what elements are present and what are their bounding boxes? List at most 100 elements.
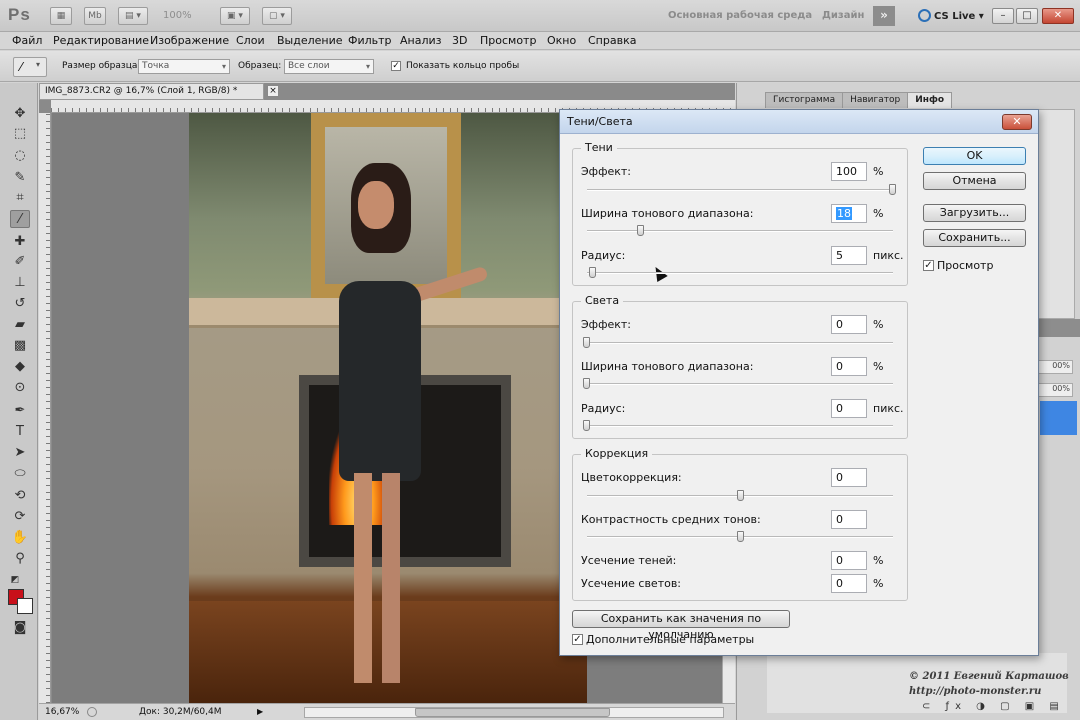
menu-help[interactable]: Справка — [588, 34, 636, 47]
clone-stamp-tool-icon[interactable]: ⊥ — [10, 274, 30, 292]
zoom-tool-icon[interactable]: ⚲ — [10, 550, 30, 568]
save-as-defaults-button[interactable]: Сохранить как значения по умолчанию — [572, 610, 790, 641]
menu-view[interactable]: Просмотр — [480, 34, 536, 47]
shadows-tonal-thumb[interactable] — [637, 225, 644, 236]
path-selection-tool-icon[interactable]: ➤ — [10, 444, 30, 462]
screen-mode-icon[interactable]: ▢ ▾ — [262, 7, 292, 25]
close-window-button[interactable]: ✕ — [1042, 8, 1074, 24]
maximize-button[interactable]: □ — [1016, 8, 1038, 24]
tab-navigator[interactable]: Навигатор — [842, 92, 909, 108]
tab-info[interactable]: Инфо — [907, 92, 953, 108]
midtone-contrast-input[interactable]: 0 — [831, 510, 867, 529]
workspace-design-link[interactable]: Дизайн — [822, 10, 864, 21]
play-arrow-icon[interactable]: ▶ — [257, 707, 263, 716]
horizontal-scrollbar[interactable] — [304, 707, 724, 718]
crop-tool-icon[interactable]: ⌗ — [10, 189, 30, 207]
brush-tool-icon[interactable]: ✐ — [10, 253, 30, 271]
background-color-swatch[interactable] — [17, 598, 33, 614]
dialog-titlebar[interactable]: Тени/Света ✕ — [560, 110, 1038, 134]
photo-canvas[interactable] — [189, 113, 587, 703]
shadows-tonal-slider[interactable] — [587, 225, 893, 236]
cancel-button[interactable]: Отмена — [923, 172, 1026, 190]
highlights-tonal-slider[interactable] — [583, 378, 893, 389]
move-tool-icon[interactable]: ✥ — [10, 105, 30, 123]
fill-field[interactable]: 00% — [1033, 383, 1073, 397]
view-extras-icon[interactable]: ▤ ▾ — [118, 7, 148, 25]
tab-histogram[interactable]: Гистограмма — [765, 92, 844, 108]
healing-brush-tool-icon[interactable]: ✚ — [10, 233, 30, 251]
bridge-icon[interactable]: ▦ — [50, 7, 72, 25]
dodge-tool-icon[interactable]: ⊙ — [10, 379, 30, 397]
arrange-documents-icon[interactable]: ▣ ▾ — [220, 7, 250, 25]
show-sampling-ring-checkbox[interactable]: ✓ — [391, 61, 401, 71]
shadows-radius-slider[interactable] — [587, 267, 893, 278]
highlights-radius-input[interactable]: 0 — [831, 399, 867, 418]
blur-tool-icon[interactable]: ◆ — [10, 358, 30, 376]
status-menu-icon[interactable] — [87, 707, 97, 717]
cs-live-menu[interactable]: CS Live ▾ — [918, 9, 984, 22]
highlights-radius-slider[interactable] — [583, 420, 893, 431]
opacity-field[interactable]: 00% — [1033, 360, 1073, 374]
menu-image[interactable]: Изображение — [150, 34, 229, 47]
color-correction-thumb[interactable] — [737, 490, 744, 501]
history-brush-tool-icon[interactable]: ↺ — [10, 295, 30, 313]
eraser-tool-icon[interactable]: ▰ — [10, 316, 30, 334]
highlights-radius-thumb[interactable] — [583, 420, 590, 431]
menu-3d[interactable]: 3D — [452, 34, 467, 47]
selected-layer-row[interactable] — [1040, 401, 1077, 435]
color-correction-input[interactable]: 0 — [831, 468, 867, 487]
sample-select[interactable]: Все слои ▾ — [284, 59, 374, 74]
menu-filter[interactable]: Фильтр — [348, 34, 392, 47]
gradient-tool-icon[interactable]: ▩ — [10, 337, 30, 355]
layers-panel-footer-icons[interactable]: ⊂ ƒx ◑ ▢ ▣ ▤ — [922, 701, 1077, 717]
save-button[interactable]: Сохранить... — [923, 229, 1026, 247]
quick-select-tool-icon[interactable]: ✎ — [10, 169, 30, 187]
quick-mask-icon[interactable]: ◙ — [10, 619, 30, 637]
3d-orbit-tool-icon[interactable]: ⟳ — [10, 508, 30, 526]
minibridge-icon[interactable]: Mb — [84, 7, 106, 25]
menu-analysis[interactable]: Анализ — [400, 34, 442, 47]
lasso-tool-icon[interactable]: ◌ — [10, 147, 30, 165]
sample-size-select[interactable]: Точка ▾ — [138, 59, 230, 74]
midtone-contrast-slider[interactable] — [587, 531, 893, 542]
load-button[interactable]: Загрузить... — [923, 204, 1026, 222]
highlights-amount-input[interactable]: 0 — [831, 315, 867, 334]
scrollbar-thumb[interactable] — [415, 708, 610, 717]
shadows-tonal-input[interactable]: 18 — [831, 204, 867, 223]
hand-tool-icon[interactable]: ✋ — [10, 529, 30, 547]
menu-window[interactable]: Окно — [547, 34, 576, 47]
black-clip-input[interactable]: 0 — [831, 551, 867, 570]
show-more-options-checkbox[interactable]: ✓ — [572, 634, 583, 645]
vertical-ruler[interactable] — [39, 113, 51, 703]
midtone-contrast-thumb[interactable] — [737, 531, 744, 542]
menu-layer[interactable]: Слои — [236, 34, 265, 47]
dialog-close-button[interactable]: ✕ — [1002, 114, 1032, 130]
white-clip-input[interactable]: 0 — [831, 574, 867, 593]
shadows-radius-thumb[interactable] — [589, 267, 596, 278]
highlights-amount-slider[interactable] — [583, 337, 893, 348]
shadows-amount-thumb[interactable] — [889, 184, 896, 195]
zoom-field[interactable]: 16,67% — [45, 707, 79, 717]
marquee-tool-icon[interactable]: ⬚ — [10, 125, 30, 143]
highlights-tonal-thumb[interactable] — [583, 378, 590, 389]
more-workspaces-button[interactable]: » — [873, 6, 895, 26]
document-tab[interactable]: IMG_8873.CR2 @ 16,7% (Слой 1, RGB/8) * × — [39, 83, 279, 100]
highlights-amount-thumb[interactable] — [583, 337, 590, 348]
zoom-level-dropdown[interactable]: 100% — [163, 10, 192, 21]
3d-rotate-tool-icon[interactable]: ⟲ — [10, 487, 30, 505]
color-correction-slider[interactable] — [587, 490, 893, 501]
highlights-tonal-input[interactable]: 0 — [831, 357, 867, 376]
ok-button[interactable]: OK — [923, 147, 1026, 165]
tool-preset-picker[interactable]: ⁄ ▾ — [13, 57, 47, 77]
shadows-amount-input[interactable]: 100 — [831, 162, 867, 181]
type-tool-icon[interactable]: T — [10, 423, 30, 441]
shadows-radius-input[interactable]: 5 — [831, 246, 867, 265]
close-icon[interactable]: × — [267, 85, 279, 97]
shadows-amount-slider[interactable] — [587, 184, 896, 195]
menu-edit[interactable]: Редактирование — [53, 34, 149, 47]
menu-file[interactable]: Файл — [12, 34, 42, 47]
default-colors-icon[interactable]: ◩ — [5, 571, 25, 589]
shape-tool-icon[interactable]: ⬭ — [10, 465, 30, 483]
eyedropper-tool-icon[interactable]: ⁄ — [10, 210, 30, 228]
pen-tool-icon[interactable]: ✒ — [10, 402, 30, 420]
